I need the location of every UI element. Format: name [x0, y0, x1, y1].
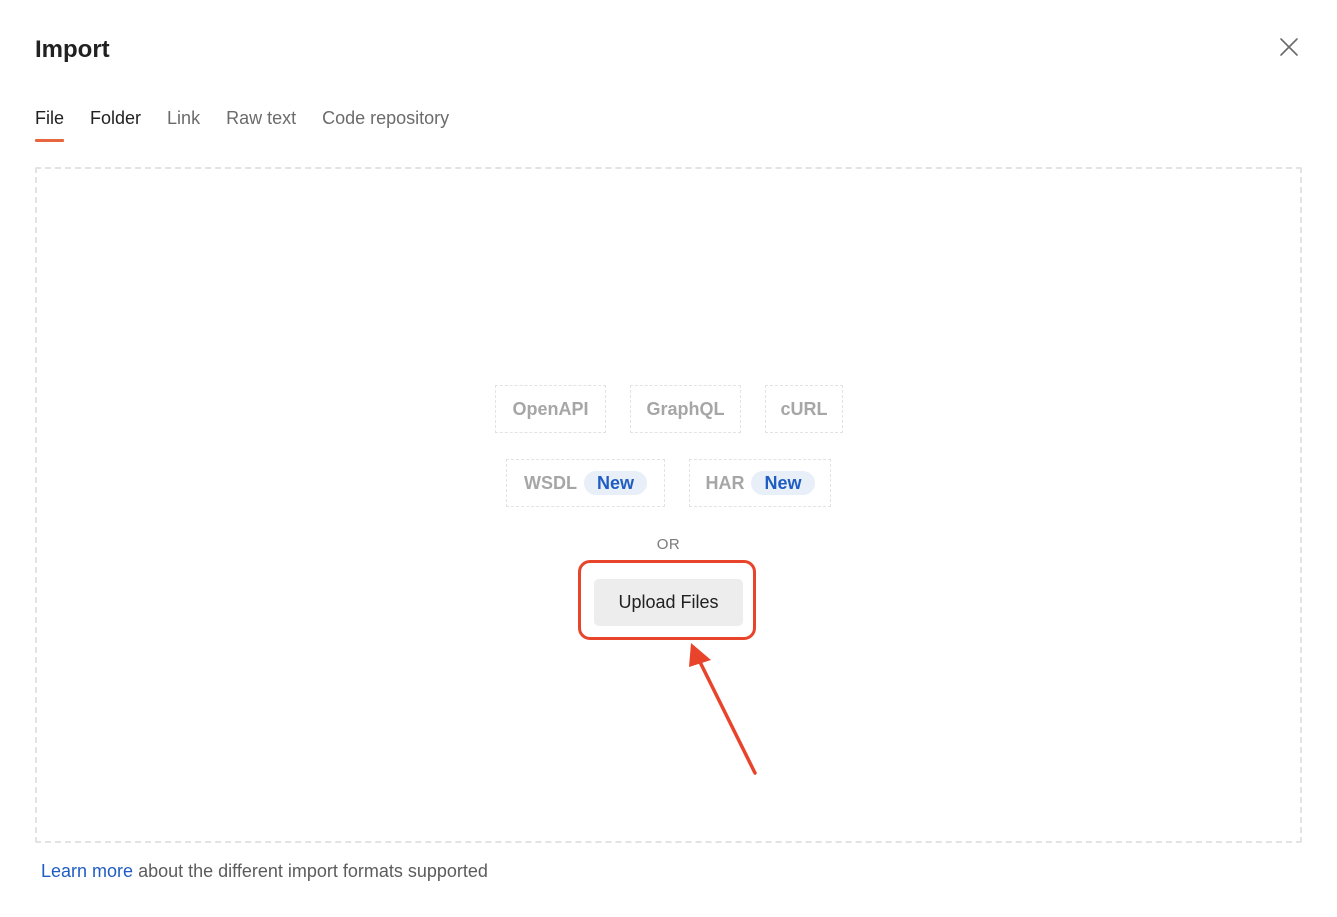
file-dropzone[interactable]: OpenAPI GraphQL cURL WSDL New HAR New OR…	[35, 167, 1302, 843]
close-icon	[1280, 38, 1298, 56]
dialog-title: Import	[35, 36, 110, 63]
footer-description: about the different import formats suppo…	[133, 861, 488, 881]
footer-help-text: Learn more about the different import fo…	[41, 861, 488, 882]
format-label: OpenAPI	[512, 398, 589, 419]
or-separator: OR	[656, 536, 681, 553]
tab-file[interactable]: File	[35, 104, 65, 142]
import-tabs: File Folder Link Raw text Code repositor…	[35, 104, 475, 144]
tab-code-repository[interactable]: Code repository	[322, 104, 449, 142]
format-label: cURL	[780, 398, 828, 419]
import-dialog: Import File Folder Link Raw text Code re…	[0, 0, 1337, 917]
learn-more-link[interactable]: Learn more	[41, 861, 133, 881]
format-list: OpenAPI GraphQL cURL WSDL New HAR New	[37, 169, 1300, 841]
format-curl: cURL	[765, 385, 843, 433]
upload-files-button[interactable]: Upload Files	[594, 579, 743, 626]
format-label: GraphQL	[646, 398, 725, 419]
format-label: HAR	[705, 472, 745, 493]
tab-raw-text[interactable]: Raw text	[226, 104, 296, 142]
format-graphql: GraphQL	[630, 385, 741, 433]
close-button[interactable]	[1276, 34, 1302, 60]
format-label: WSDL	[523, 472, 577, 493]
format-openapi: OpenAPI	[495, 385, 606, 433]
format-wsdl: WSDL New	[506, 459, 665, 507]
format-har: HAR New	[689, 459, 831, 507]
new-badge: New	[583, 471, 647, 495]
new-badge: New	[751, 471, 815, 495]
tab-folder[interactable]: Folder	[90, 104, 141, 142]
tab-link[interactable]: Link	[167, 104, 200, 142]
